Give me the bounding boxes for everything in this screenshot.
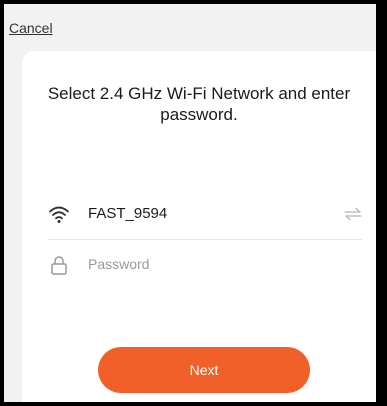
page-title: Select 2.4 GHz Wi-Fi Network and enter p… [47,84,351,124]
screen: Cancel Select 2.4 GHz Wi-Fi Network and … [4,4,376,402]
password-input[interactable] [88,252,318,276]
next-button[interactable]: Next [98,347,310,393]
lock-icon [51,256,67,275]
wifi-setup-card: Select 2.4 GHz Wi-Fi Network and enter p… [22,51,376,402]
wifi-ssid: FAST_9594 [88,205,168,222]
cancel-link[interactable]: Cancel [9,20,53,36]
switch-network-icon[interactable] [344,207,362,221]
wifi-network-row[interactable]: FAST_9594 [48,199,366,229]
wifi-icon [49,206,69,223]
password-row [48,250,366,280]
field-divider [48,239,362,240]
